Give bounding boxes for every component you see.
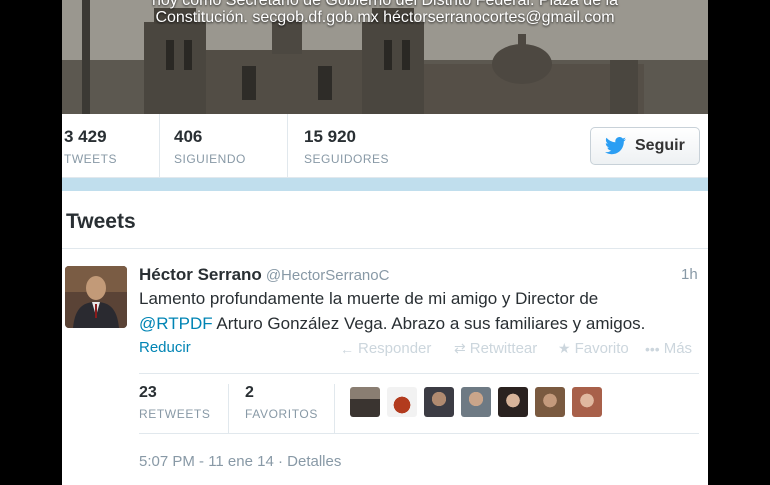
- tweet-text-line: @RTPDF Arturo González Vega. Abrazo a su…: [139, 311, 699, 336]
- stat-value: 2: [245, 384, 254, 401]
- action-label: Más: [663, 340, 693, 357]
- action-label: Retwittear: [469, 340, 538, 357]
- tweet-text: Lamento profundamente la muerte de mi am…: [139, 286, 699, 336]
- avatar[interactable]: [65, 266, 127, 328]
- star-icon: ★: [558, 340, 571, 356]
- stat-label: SEGUIDORES: [304, 152, 390, 166]
- tweet-time[interactable]: 1h: [681, 266, 698, 283]
- retweeter-avatar[interactable]: [424, 387, 454, 417]
- favorite-action[interactable]: ★ Favorito: [558, 340, 629, 357]
- stat-label: RETWEETS: [139, 407, 211, 421]
- retweeter-avatar[interactable]: [498, 387, 528, 417]
- more-action[interactable]: ••• Más: [645, 340, 692, 357]
- author-handle[interactable]: @HectorSerranoC: [266, 267, 390, 284]
- retweeter-avatar[interactable]: [350, 387, 380, 417]
- stat-label: TWEETS: [64, 152, 117, 166]
- stat-followers[interactable]: 15 920 SEGUIDORES: [288, 114, 448, 178]
- tweet-text-rest: Arturo González Vega. Abrazo a sus famil…: [212, 314, 646, 333]
- retweeter-avatars: [350, 387, 609, 417]
- collapse-link[interactable]: Reducir: [139, 339, 191, 356]
- retweet-count[interactable]: 23 RETWEETS: [139, 384, 229, 434]
- retweeter-avatar[interactable]: [387, 387, 417, 417]
- details-link[interactable]: Detalles: [287, 453, 341, 470]
- retweeter-avatar[interactable]: [461, 387, 491, 417]
- tweet-meta: 5:07 PM - 11 ene 14 · Detalles: [139, 453, 341, 470]
- stat-following[interactable]: 406 SIGUIENDO: [160, 114, 288, 178]
- reply-icon: ←: [340, 340, 354, 357]
- stat-value: 15 920: [304, 127, 356, 146]
- mention-link[interactable]: @RTPDF: [139, 314, 213, 333]
- stat-value: 23: [139, 384, 157, 401]
- tweet-author[interactable]: Héctor Serrano @HectorSerranoC: [139, 265, 389, 285]
- retweeter-avatar[interactable]: [572, 387, 602, 417]
- divider: [139, 433, 699, 434]
- meta-separator: ·: [277, 453, 288, 470]
- twitter-profile-frame: hoy como Secretario de Gobierno del Dist…: [62, 0, 708, 485]
- stat-label: SIGUIENDO: [174, 152, 246, 166]
- author-name[interactable]: Héctor Serrano: [139, 265, 262, 284]
- divider: [139, 373, 699, 374]
- action-label: Responder: [358, 340, 432, 357]
- tweet-text-line: Lamento profundamente la muerte de mi am…: [139, 289, 599, 308]
- follow-button-label: Seguir: [635, 137, 685, 154]
- twitter-bird-icon: [605, 137, 627, 155]
- tweet-timestamp[interactable]: 5:07 PM - 11 ene 14: [139, 453, 274, 470]
- retweet-action[interactable]: ⇄ Retwittear: [454, 340, 537, 357]
- reply-action[interactable]: ← Responder: [340, 340, 431, 357]
- follow-button[interactable]: Seguir: [590, 127, 700, 165]
- favorite-count[interactable]: 2 FAVORITOS: [245, 384, 335, 434]
- timeline-top-strip: [62, 178, 708, 191]
- profile-header-banner: hoy como Secretario de Gobierno del Dist…: [62, 0, 708, 114]
- more-icon: •••: [645, 340, 660, 357]
- divider: [62, 248, 708, 249]
- profile-bio-line: Constitución. secgob.df.gob.mx héctorser…: [155, 9, 615, 26]
- stat-value: 406: [174, 127, 203, 146]
- stat-label: FAVORITOS: [245, 407, 318, 421]
- action-label: Favorito: [574, 340, 629, 357]
- retweeter-avatar[interactable]: [535, 387, 565, 417]
- stat-value: 3 429: [64, 127, 107, 146]
- retweet-icon: ⇄: [454, 340, 466, 356]
- stat-tweets[interactable]: 3 429 TWEETS: [64, 114, 160, 178]
- section-title: Tweets: [66, 210, 136, 233]
